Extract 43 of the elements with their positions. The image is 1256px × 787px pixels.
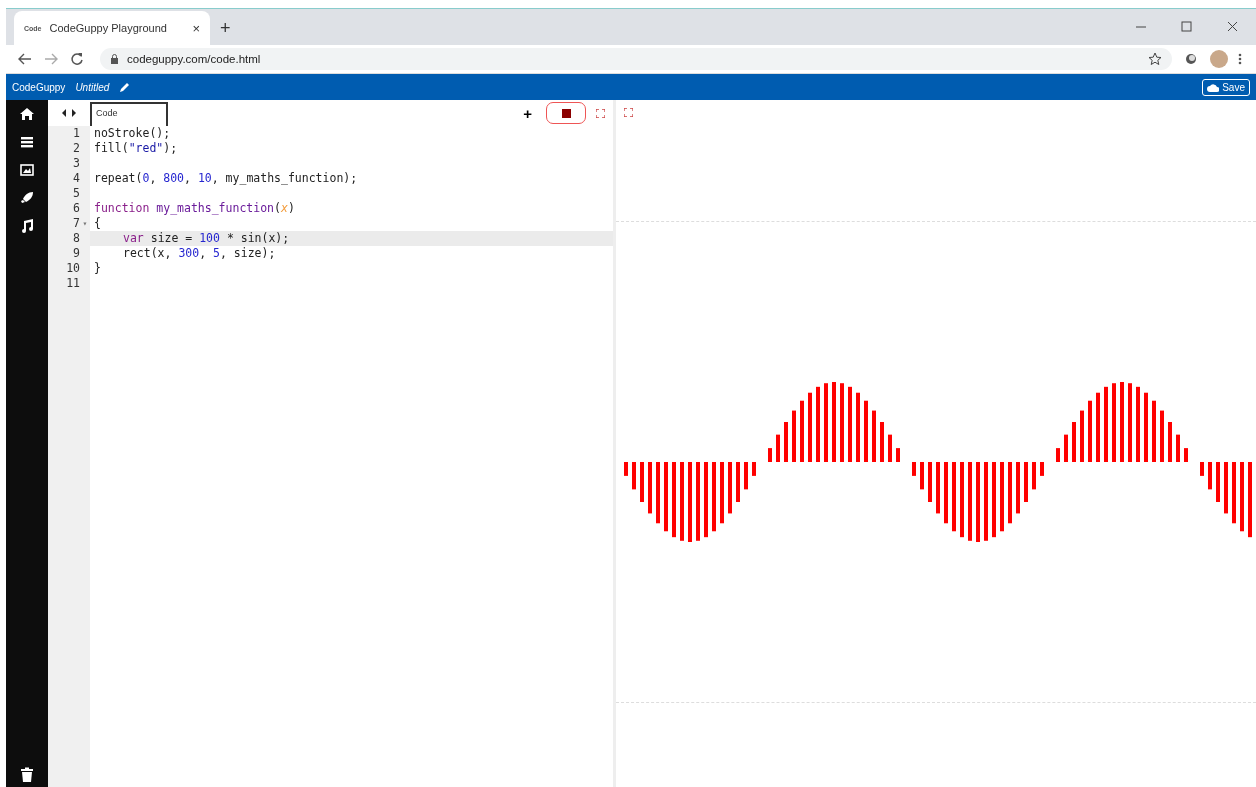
home-icon[interactable] xyxy=(19,106,35,122)
code-line: function my_maths_function(x) xyxy=(93,201,295,216)
left-right-arrows-icon[interactable] xyxy=(61,109,77,117)
rocket-icon[interactable] xyxy=(19,190,35,206)
music-note-icon[interactable] xyxy=(19,218,35,234)
line-number: 3 xyxy=(72,156,80,171)
trash-icon[interactable] xyxy=(19,767,35,783)
add-button[interactable]: + xyxy=(523,104,532,122)
new-tab-button[interactable]: + xyxy=(220,18,231,39)
image-icon[interactable] xyxy=(19,162,35,178)
code-line: } xyxy=(93,261,101,276)
save-button[interactable]: Save xyxy=(1202,78,1250,96)
code-line: { xyxy=(93,216,101,231)
line-number: 11 xyxy=(65,276,80,291)
close-tab-button[interactable]: × xyxy=(192,20,200,36)
line-number: 9 xyxy=(72,246,80,261)
line-number: 1 xyxy=(72,126,80,141)
line-number: 6 xyxy=(72,201,80,216)
address-bar[interactable]: codeguppy.com/code.html xyxy=(100,48,1172,70)
code-line: rect(x, 300, 5, size); xyxy=(122,246,276,261)
brand-name[interactable]: CodeGuppy xyxy=(12,81,66,93)
code-line: fill("red"); xyxy=(93,141,178,156)
tab-title: CodeGuppy Playground xyxy=(49,22,168,34)
line-number: 10 xyxy=(65,261,80,276)
code-line: repeat(0, 800, 10, my_maths_function); xyxy=(93,171,358,186)
code-line: var size = 100 * sin(x); xyxy=(122,231,290,246)
stop-button[interactable] xyxy=(546,102,586,124)
code-line: noStroke(); xyxy=(93,126,171,141)
fullscreen-icon[interactable] xyxy=(596,108,605,118)
line-number: 5 xyxy=(72,186,80,201)
line-number: 7 xyxy=(72,216,80,231)
line-number: 4 xyxy=(72,171,80,186)
cloud-icon xyxy=(1207,82,1220,92)
line-number: 2 xyxy=(72,141,80,156)
fullscreen-icon[interactable] xyxy=(624,108,633,117)
fold-toggle[interactable]: ▾ xyxy=(80,216,90,231)
pencil-icon[interactable] xyxy=(119,81,131,93)
lock-icon xyxy=(110,54,119,64)
menu-icon[interactable] xyxy=(19,134,35,150)
line-number: 8 xyxy=(72,231,80,246)
editor-tab[interactable]: Code xyxy=(90,102,168,126)
file-name: Untitled xyxy=(75,81,110,93)
star-icon[interactable] xyxy=(1148,52,1162,66)
